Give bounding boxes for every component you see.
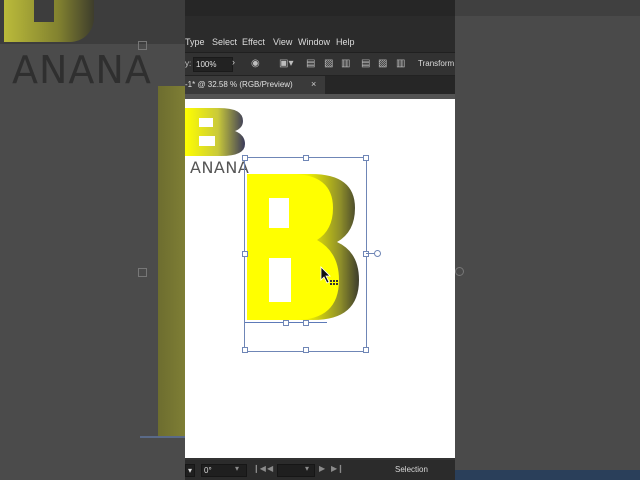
background-taskbar <box>455 470 640 480</box>
background-right-blur <box>455 0 640 480</box>
zoom-dropdown[interactable]: ▾ <box>185 464 195 477</box>
background-handle <box>455 267 464 276</box>
current-tool-label: Selection <box>395 465 428 474</box>
top-strip <box>185 0 455 16</box>
chevron-down-icon[interactable]: ▾ <box>235 464 239 473</box>
opacity-field[interactable]: 100% <box>193 57 233 72</box>
menu-type[interactable]: Type <box>185 37 205 47</box>
last-artboard-icon[interactable]: ▶❙ <box>331 464 344 473</box>
handle-bottom-center[interactable] <box>303 347 309 353</box>
title-bar: ⚲ <box>185 16 455 49</box>
background-b-counter <box>34 0 54 22</box>
handle-top-center[interactable] <box>303 155 309 161</box>
close-icon[interactable]: × <box>311 79 316 89</box>
anchor-point[interactable] <box>283 320 289 326</box>
anchor-point[interactable] <box>303 320 309 326</box>
handle-top-right[interactable] <box>363 155 369 161</box>
chevron-right-icon[interactable]: › <box>232 57 235 67</box>
transform-button[interactable]: Transform <box>418 59 454 68</box>
handle-bottom-left[interactable] <box>242 347 248 353</box>
logo-b-letter[interactable] <box>185 104 245 156</box>
opacity-label: y: <box>185 59 192 68</box>
logo-text[interactable]: ANANA <box>190 158 249 177</box>
background-right-topbar <box>455 0 640 16</box>
status-bar: ▾ 0° ▾ ❙◀ ◀ ▾ ▶ ▶❙ Selection <box>185 460 455 480</box>
next-artboard-icon[interactable]: ▶ <box>319 464 325 473</box>
align-left-icon[interactable]: ▤ <box>306 58 315 69</box>
align-top-icon[interactable]: ▤ <box>361 58 370 69</box>
align-right-icon[interactable]: ▥ <box>341 58 350 69</box>
rotation-field[interactable]: 0° <box>201 464 247 477</box>
document-tab-title: -1* @ 32.58 % (RGB/Preview) <box>185 80 293 89</box>
previous-artboard-icon[interactable]: ◀ <box>267 464 273 473</box>
move-cursor-icon <box>320 266 338 285</box>
handle-middle-left[interactable] <box>242 251 248 257</box>
background-handle <box>138 268 147 277</box>
background-handle <box>138 41 147 50</box>
handle-middle-right[interactable] <box>363 251 369 257</box>
background-b-stem <box>158 86 186 438</box>
globe-icon[interactable]: ◉ <box>251 58 260 69</box>
align-middle-icon[interactable]: ▨ <box>378 58 387 69</box>
menu-help[interactable]: Help <box>336 37 355 47</box>
handle-top-left[interactable] <box>242 155 248 161</box>
background-baseline <box>140 436 186 438</box>
document-tab-bar: -1* @ 32.58 % (RGB/Preview) × <box>185 76 455 94</box>
first-artboard-icon[interactable]: ❙◀ <box>253 464 266 473</box>
background-logo-text: ANANA <box>12 48 152 92</box>
menu-effect[interactable]: Effect <box>242 37 265 47</box>
menu-bar: Type Select Effect View Window Help <box>185 36 455 53</box>
document-setup-icon[interactable]: ▣▾ <box>279 58 293 69</box>
menu-select[interactable]: Select <box>212 37 237 47</box>
align-center-icon[interactable]: ▨ <box>324 58 333 69</box>
handle-bottom-right[interactable] <box>363 347 369 353</box>
chevron-down-icon[interactable]: ▾ <box>305 464 309 473</box>
align-bottom-icon[interactable]: ▥ <box>396 58 405 69</box>
rotate-handle[interactable] <box>374 250 381 257</box>
illustrator-window: ⚲ Type Select Effect View Window Help y:… <box>185 0 455 480</box>
menu-view[interactable]: View <box>273 37 292 47</box>
control-bar: y: 100% › ◉ ▣▾ ▤ ▨ ▥ ▤ ▨ ▥ Transform <box>185 53 455 76</box>
menu-window[interactable]: Window <box>298 37 330 47</box>
artboard-number-field[interactable] <box>277 464 315 477</box>
document-tab[interactable]: -1* @ 32.58 % (RGB/Preview) × <box>185 76 325 94</box>
